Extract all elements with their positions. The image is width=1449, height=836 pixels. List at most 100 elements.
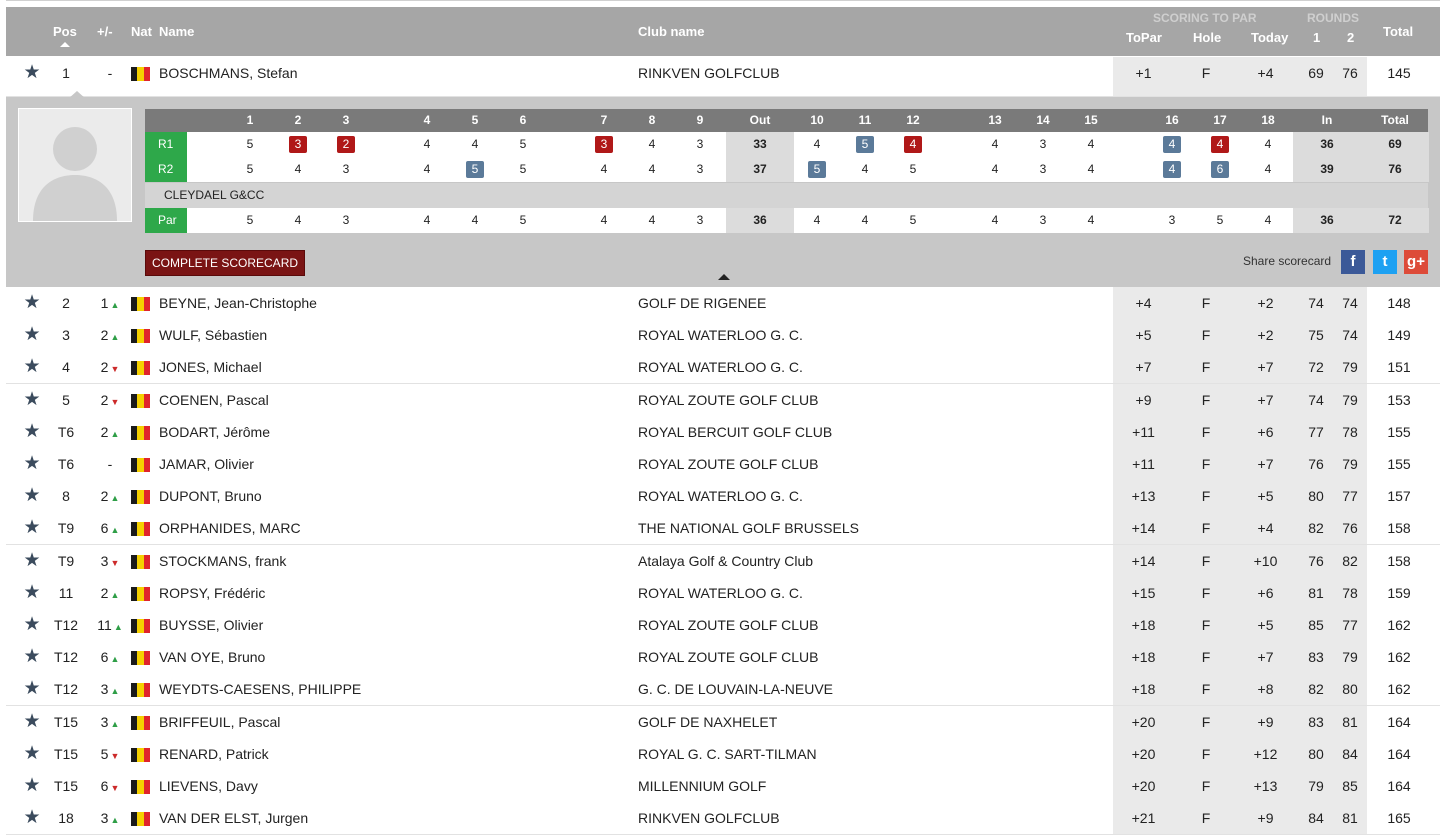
favorite-star-icon[interactable]: ★	[22, 384, 42, 416]
player-name[interactable]: ORPHANIDES, MARC	[159, 512, 301, 544]
hole-score: 3	[580, 132, 628, 157]
belgium-flag-icon	[131, 812, 150, 827]
club-name: MILLENNIUM GOLF	[638, 778, 767, 794]
favorite-star-icon[interactable]: ★	[22, 319, 42, 351]
leaderboard-row[interactable]: ★ T12 11 ▲ BUYSSE, Olivier ROYAL ZOUTE GOLF C…	[6, 609, 1440, 642]
player-name[interactable]: WEYDTS-CAESENS, PHILIPPE	[159, 673, 361, 705]
hole-number: 3	[342, 113, 350, 127]
facebook-icon[interactable]: f	[1341, 250, 1365, 274]
leaderboard-row[interactable]: ★ T12 6 ▲ VAN OYE, Bruno ROYAL ZOUTE GOLF CLU…	[6, 641, 1440, 675]
leaderboard-row[interactable]: ★ T9 6 ▲ ORPHANIDES, MARC THE NATIONAL GOLF B…	[6, 512, 1440, 546]
bogey-box: 6	[1211, 161, 1229, 178]
leaderboard-row[interactable]: ★ T15 6 ▼ LIEVENS, Davy MILLENNIUM GOLF +20 F +1…	[6, 770, 1440, 803]
move-value: 2	[100, 327, 109, 344]
favorite-star-icon[interactable]: ★	[22, 545, 42, 577]
player-name[interactable]: BODART, Jérôme	[159, 416, 270, 448]
club-name: RINKVEN GOLFCLUB	[638, 65, 780, 81]
leaderboard-row[interactable]: ★ 8 2 ▲ DUPONT, Bruno ROYAL WATERLOO G. C. +13…	[6, 480, 1440, 514]
favorite-star-icon[interactable]: ★	[22, 480, 42, 512]
header-club[interactable]: Club name	[638, 24, 704, 39]
favorite-star-icon[interactable]: ★	[22, 770, 42, 802]
position-move: 1 ▲	[92, 287, 128, 319]
twitter-icon[interactable]: t	[1373, 250, 1397, 274]
favorite-star-icon[interactable]: ★	[22, 57, 42, 89]
hole-score: 4	[1087, 137, 1095, 151]
collapse-arrow-icon[interactable]	[718, 274, 730, 280]
header-move[interactable]: +/-	[97, 24, 113, 39]
header-topar[interactable]: ToPar	[1126, 30, 1162, 45]
favorite-star-icon[interactable]: ★	[22, 738, 42, 770]
player-name[interactable]: DUPONT, Bruno	[159, 480, 262, 512]
favorite-star-icon[interactable]: ★	[22, 577, 42, 609]
hole-score: 4	[648, 137, 656, 151]
hole-number: 13	[988, 113, 1002, 127]
favorite-star-icon[interactable]: ★	[22, 448, 42, 480]
position-move: 2 ▲	[92, 577, 128, 609]
player-name[interactable]: VAN OYE, Bruno	[159, 641, 265, 673]
total-score: 164	[1387, 745, 1411, 762]
leaderboard-row[interactable]: ★ 2 1 ▲ BEYNE, Jean-Christophe GOLF DE RIGENE…	[6, 287, 1440, 320]
club-name: THE NATIONAL GOLF BRUSSELS	[638, 520, 859, 537]
player-name[interactable]: COENEN, Pascal	[159, 384, 269, 416]
favorite-star-icon[interactable]: ★	[22, 287, 42, 319]
favorite-star-icon[interactable]: ★	[22, 609, 42, 641]
leaderboard-row[interactable]: ★ 11 2 ▲ ROPSY, Frédéric ROYAL WATERLOO G. C.…	[6, 576, 1440, 610]
header-total[interactable]: Total	[1383, 24, 1413, 39]
player-name[interactable]: JAMAR, Olivier	[159, 448, 254, 480]
complete-scorecard-button[interactable]: COMPLETE SCORECARD	[145, 250, 306, 276]
hole-number: 14	[1036, 113, 1050, 127]
header-pos[interactable]: Pos	[53, 24, 77, 39]
header-today[interactable]: Today	[1251, 30, 1288, 45]
player-name[interactable]: RENARD, Patrick	[159, 738, 269, 770]
leaderboard-row[interactable]: ★ 4 2 ▼ JONES, Michael ROYAL WATERLOO G. C. +7…	[6, 351, 1440, 385]
player-name[interactable]: LIEVENS, Davy	[159, 770, 258, 802]
leaderboard-row[interactable]: ★ T12 3 ▲ WEYDTS-CAESENS, PHILIPPE G. C. DE L…	[6, 673, 1440, 707]
total-score: 158	[1387, 520, 1411, 537]
leaderboard-row[interactable]: ★ T15 3 ▲ BRIFFEUIL, Pascal GOLF DE NAXHELET +…	[6, 705, 1440, 739]
leaderboard-row[interactable]: ★ T15 5 ▼ RENARD, Patrick ROYAL G. C. SART-TI…	[6, 737, 1440, 771]
leaderboard-row[interactable]: ★ T6 - JAMAR, Olivier ROYAL ZOUTE GOLF CLUB +…	[6, 448, 1440, 481]
position-move: 2 ▲	[92, 480, 128, 512]
current-hole: F	[1201, 359, 1211, 376]
header-nat[interactable]: Nat	[131, 24, 152, 39]
leaderboard-row[interactable]: ★ T9 3 ▼ STOCKMANS, frank Atalaya Golf & Coun…	[6, 544, 1440, 578]
round-2-score: 79	[1342, 359, 1358, 376]
player-name[interactable]: BUYSSE, Olivier	[159, 609, 263, 641]
google-plus-icon[interactable]: g+	[1404, 250, 1428, 274]
hole-number: Total	[1381, 113, 1409, 127]
hole-score: 4	[471, 137, 479, 151]
favorite-star-icon[interactable]: ★	[22, 512, 42, 544]
player-name[interactable]: STOCKMANS, frank	[159, 545, 286, 577]
player-name[interactable]: VAN DER ELST, Jurgen	[159, 802, 308, 834]
position-move: 3 ▲	[92, 706, 128, 738]
player-name[interactable]: JONES, Michael	[159, 351, 262, 383]
player-position: 2	[62, 295, 70, 311]
leaderboard-row[interactable]: ★ 18 3 ▲ VAN DER ELST, Jurgen RINKVEN GOLFCLU…	[6, 802, 1440, 836]
leaderboard-row[interactable]: ★ 5 2 ▼ COENEN, Pascal ROYAL ZOUTE GOLF CLUB +…	[6, 383, 1440, 417]
player-name[interactable]: BEYNE, Jean-Christophe	[159, 287, 317, 319]
current-hole: F	[1201, 617, 1211, 633]
header-round-1[interactable]: 1	[1313, 30, 1320, 45]
player-name[interactable]: WULF, Sébastien	[159, 319, 267, 351]
header-round-2[interactable]: 2	[1347, 30, 1354, 45]
header-name[interactable]: Name	[159, 24, 194, 39]
favorite-star-icon[interactable]: ★	[22, 802, 42, 834]
favorite-star-icon[interactable]: ★	[22, 416, 42, 448]
favorite-star-icon[interactable]: ★	[22, 673, 42, 705]
player-name[interactable]: BOSCHMANS, Stefan	[159, 57, 298, 89]
leaderboard-row[interactable]: ★ 3 2 ▲ WULF, Sébastien ROYAL WATERLOO G. C. +…	[6, 319, 1440, 353]
total-score: 145	[1387, 65, 1411, 81]
leaderboard-row[interactable]: ★ 1 - BOSCHMANS, Stefan RINKVEN GOLFCLUB +1 F +…	[6, 57, 1440, 97]
player-name[interactable]: BRIFFEUIL, Pascal	[159, 706, 280, 738]
round-1-score: 69	[1308, 65, 1324, 81]
player-name[interactable]: ROPSY, Frédéric	[159, 577, 265, 609]
favorite-star-icon[interactable]: ★	[22, 641, 42, 673]
header-hole[interactable]: Hole	[1193, 30, 1221, 45]
belgium-flag-icon	[131, 522, 150, 537]
player-position: T6	[57, 456, 75, 472]
hole-score: 4	[471, 213, 479, 227]
current-hole: F	[1201, 778, 1211, 794]
leaderboard-row[interactable]: ★ T6 2 ▲ BODART, Jérôme ROYAL BERCUIT GOLF CL…	[6, 415, 1440, 449]
favorite-star-icon[interactable]: ★	[22, 706, 42, 738]
favorite-star-icon[interactable]: ★	[22, 351, 42, 383]
